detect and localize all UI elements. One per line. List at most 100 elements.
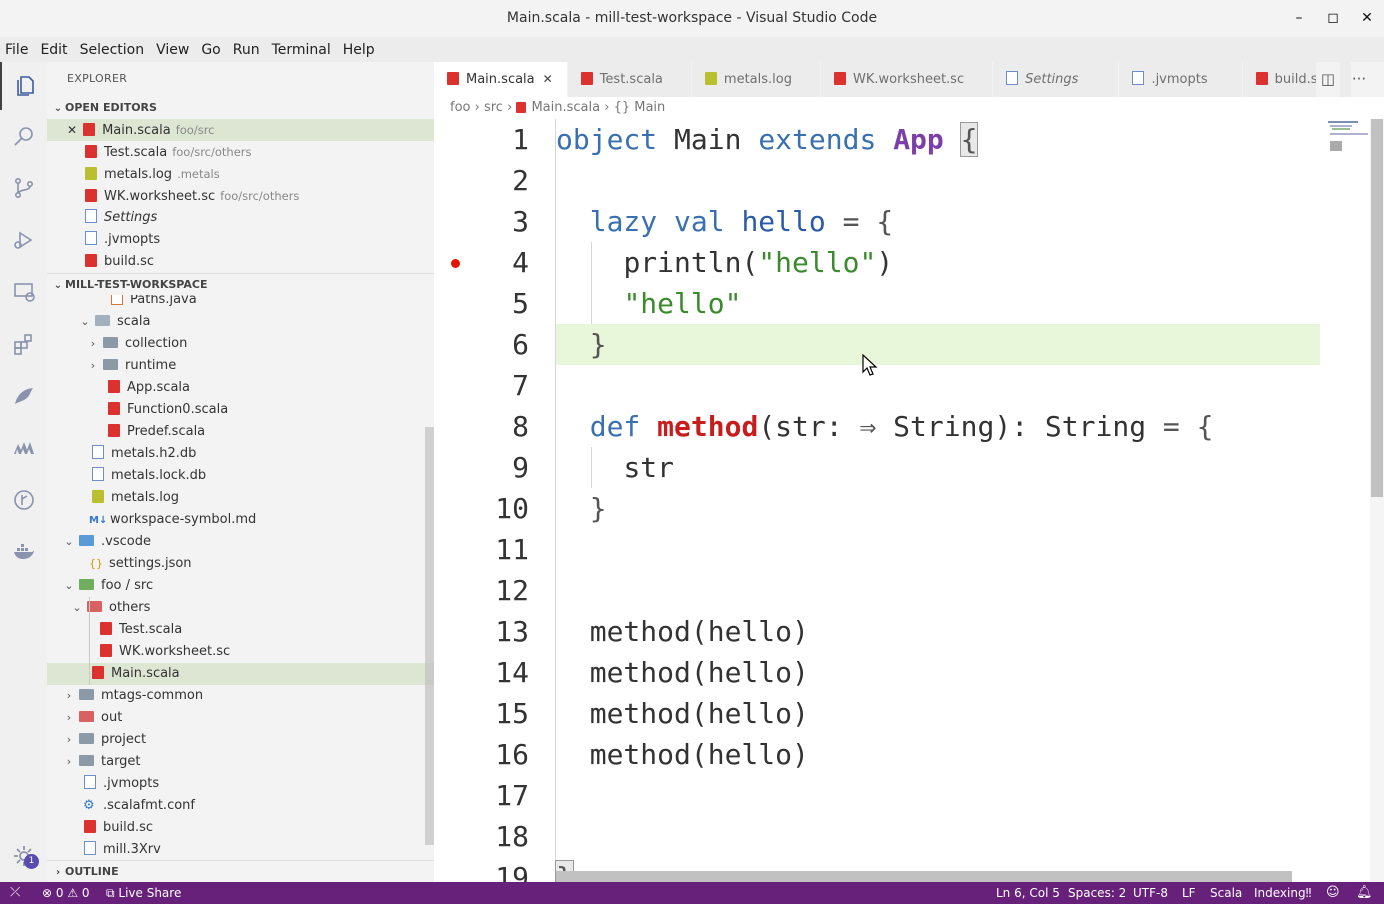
- tab-settings[interactable]: Settings: [993, 62, 1120, 97]
- tree-item[interactable]: ⌄ scala: [47, 311, 434, 333]
- tab-metals-log[interactable]: metals.log: [691, 62, 821, 97]
- tree-item[interactable]: M↓ workspace-symbol.md: [47, 509, 434, 531]
- menu-file[interactable]: File: [0, 42, 34, 58]
- tree-item-selected[interactable]: Main.scala: [47, 663, 434, 685]
- split-editor-icon[interactable]: ◫: [1316, 62, 1340, 97]
- workspace-header[interactable]: ⌄ MILL-TEST-WORKSPACE: [47, 273, 438, 296]
- mill-icon[interactable]: [0, 424, 47, 472]
- tab-main-scala[interactable]: Main.scala ✕: [434, 62, 568, 97]
- more-actions-icon[interactable]: ···: [1344, 62, 1374, 97]
- language-mode[interactable]: Scala: [1210, 882, 1242, 904]
- tree-item[interactable]: App.scala: [47, 377, 434, 399]
- minimize-button[interactable]: –: [1282, 0, 1316, 37]
- open-editor-item[interactable]: metals.log .metals: [47, 163, 463, 185]
- metals-icon[interactable]: [0, 372, 47, 420]
- tree-item[interactable]: metals.log: [47, 487, 434, 509]
- line-number: 7: [512, 369, 529, 402]
- tree-item[interactable]: mill.3Xrv: [47, 839, 434, 861]
- source-control-icon[interactable]: [0, 164, 47, 212]
- menu-view[interactable]: View: [150, 42, 195, 58]
- editor-vertical-scrollbar[interactable]: [1370, 119, 1384, 882]
- tree-item[interactable]: › mtags-common: [47, 685, 434, 707]
- breadcrumb-file[interactable]: Main.scala: [531, 100, 600, 115]
- problems-indicator[interactable]: ⊗ 0 ⚠ 0: [42, 882, 90, 904]
- menu-run[interactable]: Run: [227, 42, 266, 58]
- scala-file-icon: [447, 72, 459, 85]
- open-editors-header[interactable]: ⌄ OPEN EDITORS: [47, 97, 438, 119]
- run-debug-icon[interactable]: [0, 216, 47, 264]
- tab-test-scala[interactable]: Test.scala: [567, 62, 692, 97]
- notifications-bell-icon[interactable]: 🔔︎: [1356, 882, 1373, 904]
- sidebar-scrollbar[interactable]: [425, 427, 434, 845]
- menu-help[interactable]: Help: [337, 42, 381, 58]
- code-line-9: str: [623, 451, 675, 484]
- open-editor-item[interactable]: Test.scala foo/src/others: [47, 141, 463, 163]
- close-window-button[interactable]: ✕: [1350, 0, 1384, 37]
- menu-go[interactable]: Go: [195, 42, 226, 58]
- open-editor-item[interactable]: Settings: [47, 207, 463, 229]
- open-editor-item[interactable]: .jvmopts: [47, 229, 463, 251]
- maximize-button[interactable]: ◻: [1316, 0, 1350, 37]
- indentation[interactable]: Spaces: 2: [1068, 882, 1126, 904]
- remote-icon[interactable]: ⤫: [10, 882, 20, 904]
- live-share-button[interactable]: ⧉ Live Share: [106, 882, 181, 904]
- source-folder-icon: [79, 579, 94, 590]
- open-editor-item[interactable]: build.sc: [47, 251, 463, 273]
- menu-selection[interactable]: Selection: [74, 42, 151, 58]
- menu-edit[interactable]: Edit: [34, 42, 73, 58]
- tree-item[interactable]: {} settings.json: [47, 553, 434, 575]
- open-editor-item[interactable]: WK.worksheet.sc foo/src/others: [47, 185, 463, 207]
- tree-item[interactable]: › out: [47, 707, 434, 729]
- search-icon[interactable]: [0, 112, 47, 160]
- feedback-icon[interactable]: ☺: [1326, 882, 1340, 904]
- extensions-icon[interactable]: [0, 320, 47, 368]
- chevron-down-icon: ⌄: [64, 579, 74, 592]
- tree-item[interactable]: ⚙ .scalafmt.conf: [47, 795, 434, 817]
- tree-item[interactable]: Function0.scala: [47, 399, 434, 421]
- code-editor[interactable]: 1 2 3 4 5 6 7 8 9 10 11 12 13 14 15 16 1…: [434, 119, 1320, 882]
- close-icon[interactable]: ✕: [67, 123, 77, 137]
- tree-item[interactable]: build.sc: [47, 817, 434, 839]
- tree-item[interactable]: Predef.scala: [47, 421, 434, 443]
- tree-item[interactable]: › runtime: [47, 355, 434, 377]
- scrollbar-thumb[interactable]: [1371, 119, 1383, 497]
- tree-item[interactable]: WK.worksheet.sc: [47, 641, 434, 663]
- line-number: 13: [495, 615, 529, 648]
- tree-item[interactable]: Paths.java: [47, 295, 434, 311]
- chevron-right-icon: ›: [66, 711, 72, 724]
- explorer-icon[interactable]: [0, 62, 49, 110]
- cursor-position[interactable]: Ln 6, Col 5: [996, 882, 1060, 904]
- breadcrumb-symbol[interactable]: {} Main: [614, 100, 666, 115]
- scala-file-icon: [85, 145, 97, 158]
- line-ending[interactable]: LF: [1182, 882, 1196, 904]
- tree-item[interactable]: ⌄ foo / src: [47, 575, 434, 597]
- manage-gear-icon[interactable]: [0, 832, 47, 880]
- tree-item[interactable]: .jvmopts: [47, 773, 434, 795]
- tree-item[interactable]: › collection: [47, 333, 434, 355]
- tree-item[interactable]: › target: [47, 751, 434, 773]
- tree-item[interactable]: metals.lock.db: [47, 465, 434, 487]
- document-icon: [84, 775, 96, 789]
- tree-item[interactable]: ⌄ others: [47, 597, 434, 619]
- indexing-status[interactable]: Indexing‼: [1254, 882, 1311, 904]
- tree-item[interactable]: › project: [47, 729, 434, 751]
- minimap[interactable]: [1320, 119, 1370, 882]
- docker-icon[interactable]: [0, 528, 47, 576]
- tab-worksheet[interactable]: WK.worksheet.sc: [820, 62, 994, 97]
- tree-item[interactable]: metals.h2.db: [47, 443, 434, 465]
- open-editor-item[interactable]: ✕ Main.scala foo/src: [47, 119, 434, 141]
- tree-item[interactable]: Test.scala: [47, 619, 434, 641]
- editor-horizontal-scrollbar[interactable]: [556, 871, 1292, 882]
- tree-item[interactable]: ⌄ .vscode: [47, 531, 434, 553]
- git-graph-icon[interactable]: [0, 476, 47, 524]
- breadcrumb-foo[interactable]: foo: [450, 100, 470, 115]
- encoding[interactable]: UTF-8: [1133, 882, 1168, 904]
- menu-terminal[interactable]: Terminal: [266, 42, 337, 58]
- breadcrumb: foo › src › Main.scala › {} Main: [450, 100, 666, 115]
- outline-header[interactable]: › OUTLINE: [47, 860, 438, 883]
- tab-jvmopts[interactable]: .jvmopts: [1119, 62, 1243, 97]
- line-number: 1: [512, 123, 529, 156]
- remote-explorer-icon[interactable]: [0, 268, 47, 316]
- breadcrumb-src[interactable]: src: [484, 100, 503, 115]
- close-tab-icon[interactable]: ✕: [543, 72, 553, 86]
